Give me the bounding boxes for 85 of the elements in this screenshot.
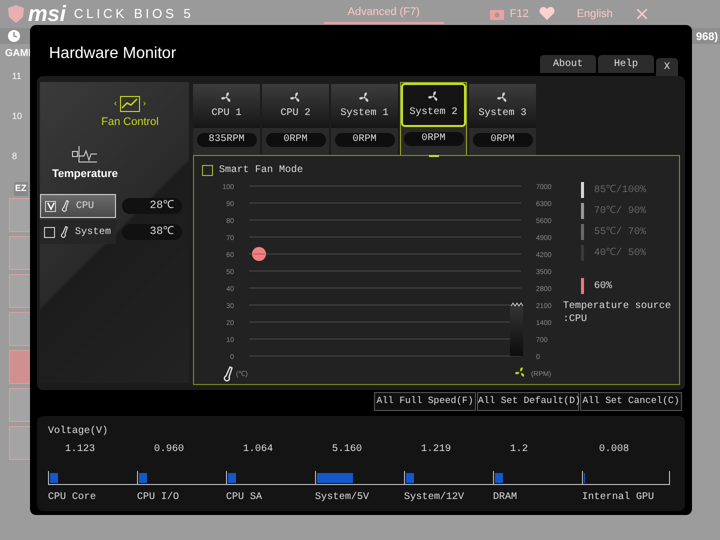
product-name: CLICK BIOS 5 (74, 5, 194, 24)
smart-fan-checkbox[interactable] (202, 165, 213, 176)
camera-icon (490, 8, 504, 20)
voltage-value: 0.008 (599, 443, 630, 457)
fan-name: System 3 (478, 107, 526, 121)
thermometer-icon (224, 366, 233, 382)
prev-arrow[interactable]: ‹ (114, 97, 117, 111)
fan-name: CPU 1 (211, 107, 242, 121)
screenshot-key: F12 (510, 6, 529, 22)
voltage-label: CPU SA (226, 491, 262, 505)
rpm-reading: 835RPM (196, 133, 256, 147)
legend-label: 60% (594, 280, 612, 294)
voltage-value: 0.960 (154, 443, 184, 457)
fan-icon (496, 91, 509, 104)
info-text: :CPU (563, 313, 588, 326)
fan-icon (358, 91, 371, 104)
fan-name: System 1 (340, 107, 388, 121)
rpm-reading: 0RPM (404, 132, 464, 146)
action-button[interactable]: All Set Default(D) (477, 392, 579, 411)
rpm-reading: 0RPM (334, 133, 394, 147)
voltage-value: 5.160 (332, 443, 362, 457)
thermometer-icon (62, 199, 70, 213)
legend-label: 85℃/100% (594, 184, 646, 198)
rpm-reading: 0RPM (266, 133, 326, 147)
checkbox-label: Smart Fan Mode (219, 164, 304, 178)
fan-icon (515, 367, 524, 377)
fan-icon (289, 91, 302, 104)
next-arrow[interactable]: › (143, 97, 146, 111)
chart-icon (120, 96, 140, 112)
temperature-reading: 38℃ (122, 224, 182, 240)
fan-tab[interactable]: CPU 1 835RPM (193, 84, 260, 155)
fan-name: System 2 (409, 106, 458, 120)
voltage-label: CPU Core (48, 491, 96, 505)
scale-number: 11 (12, 70, 22, 83)
shield-icon (8, 5, 24, 23)
legend-label: 40℃/ 50% (594, 246, 646, 260)
ez-label: EZ (14, 182, 28, 196)
close-icon (636, 9, 647, 19)
fan-tab[interactable]: System 2 0RPM (400, 82, 467, 155)
section-label: GAMI (5, 47, 32, 61)
temperature-reading: 28℃ (122, 198, 182, 214)
voltage-value: 1.123 (65, 443, 96, 457)
brand-logo: msi (28, 3, 66, 25)
info-text: 968) (696, 30, 718, 45)
fan-icon (427, 90, 440, 103)
voltage-label: Internal GPU (582, 490, 654, 505)
voltage-label: System/12V (404, 490, 464, 505)
fan-tab[interactable]: System 3 0RPM (469, 84, 536, 155)
sensor-item[interactable]: CPU (40, 194, 116, 218)
voltage-value: 1.2 (510, 443, 528, 457)
voltage-value: 1.064 (243, 443, 274, 457)
action-button[interactable]: All Set Cancel(C) (580, 392, 682, 411)
fan-tab[interactable]: System 1 0RPM (331, 84, 398, 155)
legend-label: 70℃/ 90% (594, 204, 646, 218)
curve-point (252, 247, 266, 261)
info-text: Temperature source (563, 300, 672, 313)
thermometer-icon (61, 225, 69, 239)
header-button[interactable]: X (656, 58, 678, 76)
rpm-reading: 0RPM (472, 133, 532, 147)
section-title: Voltage(V) (48, 424, 108, 439)
fan-icon (220, 91, 233, 104)
mode-label: Fan Control (101, 115, 159, 130)
action-button[interactable]: All Full Speed(F) (374, 392, 476, 411)
sensor-name: CPU (76, 200, 94, 214)
section-label: Temperature (52, 166, 118, 182)
dialog-title: Hardware Monitor (49, 44, 176, 64)
scale-number: 10 (12, 110, 22, 123)
monitor-graph-icon (72, 144, 98, 162)
legend-label: 55℃/ 70% (594, 226, 646, 240)
rpm-meter (510, 302, 524, 356)
voltage-label: DRAM (493, 491, 518, 505)
fan-tab[interactable]: CPU 2 0RPM (262, 84, 329, 155)
voltage-label: System/5V (315, 490, 370, 505)
checkbox[interactable] (44, 226, 55, 238)
sensor-item[interactable]: System (40, 220, 116, 244)
header-button[interactable]: Help (598, 55, 654, 73)
sensor-name: System (75, 226, 112, 240)
selection-marker (429, 155, 439, 157)
header-button[interactable]: About (540, 55, 596, 73)
checkbox[interactable] (45, 200, 56, 212)
favorites-icon (538, 7, 555, 21)
scale-number: 8 (12, 150, 18, 163)
voltage-label: CPU I/O (137, 490, 180, 505)
fan-name: CPU 2 (280, 107, 310, 121)
voltage-value: 1.219 (421, 443, 452, 457)
